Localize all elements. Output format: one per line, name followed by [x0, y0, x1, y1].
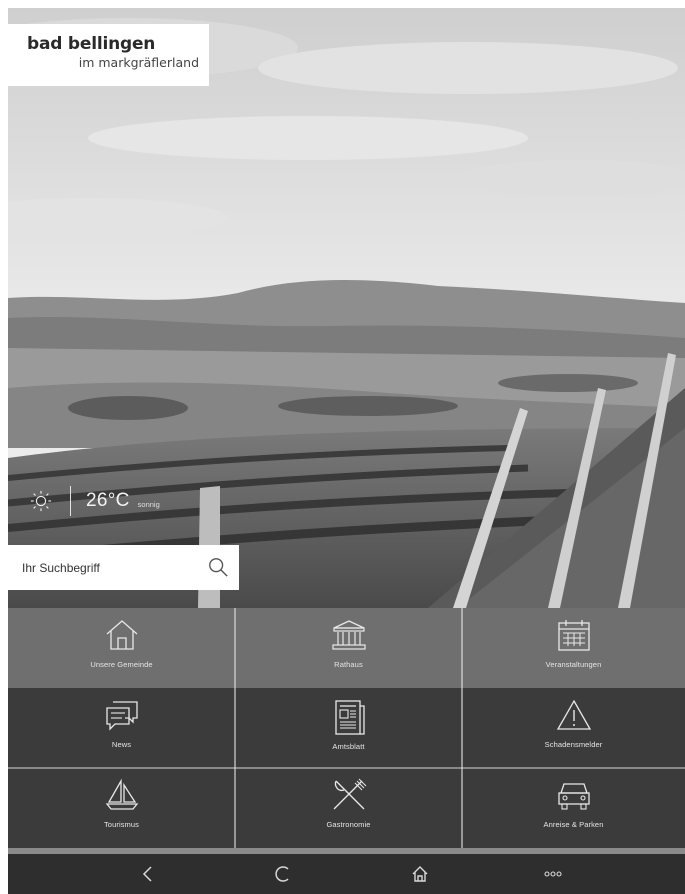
tile-gastronomie[interactable]: Gastronomie: [235, 768, 462, 848]
tile-label: Gastronomie: [326, 820, 371, 829]
weather-condition: sonnig: [137, 499, 160, 509]
tile-news[interactable]: News: [8, 688, 235, 768]
house-icon: [106, 620, 137, 650]
sailboat-icon: [105, 778, 138, 810]
tile-schadensmelder[interactable]: Schadensmelder: [462, 688, 685, 768]
tile-label: Anreise & Parken: [543, 820, 604, 829]
tile-unsere-gemeinde[interactable]: Unsere Gemeinde: [8, 608, 235, 688]
tile-label: Unsere Gemeinde: [90, 660, 153, 669]
newspaper-icon: [334, 700, 365, 735]
more-dots-icon[interactable]: [543, 864, 563, 884]
weather-widget: 26°C sonnig: [30, 486, 160, 516]
brand-logo[interactable]: bad bellingen im markgräflerland: [8, 24, 209, 86]
back-chevron-icon[interactable]: [138, 864, 158, 884]
menu-grid: Unsere Gemeinde Rathaus Veranstaltungen …: [8, 608, 685, 848]
tile-rathaus[interactable]: Rathaus: [235, 608, 462, 688]
logo-title: bad bellingen: [27, 34, 156, 54]
tile-tourismus[interactable]: Tourismus: [8, 768, 235, 848]
weather-divider: [70, 486, 71, 516]
search-icon[interactable]: [207, 556, 229, 578]
logo-subtitle: im markgräflerland: [78, 55, 199, 70]
home-icon[interactable]: [410, 864, 430, 884]
search-box: [8, 545, 239, 590]
tile-label: Rathaus: [334, 660, 363, 669]
app-screen: bad bellingen im markgräflerland 26°C so…: [8, 8, 685, 894]
tile-label: Amtsblatt: [332, 742, 365, 751]
reload-icon[interactable]: [273, 864, 293, 884]
tile-label: Veranstaltungen: [545, 660, 602, 669]
fork-knife-icon: [333, 778, 366, 810]
landscape-illustration: [8, 8, 685, 608]
grid-divider: [8, 767, 685, 769]
warning-icon: [556, 699, 591, 730]
bottom-navigation-bar: [8, 854, 685, 894]
townhall-icon: [331, 620, 366, 650]
tile-amtsblatt[interactable]: Amtsblatt: [235, 688, 462, 768]
car-icon: [557, 783, 590, 810]
sun-icon: [30, 490, 52, 512]
calendar-icon: [557, 620, 590, 651]
weather-temperature: 26°C: [86, 490, 130, 511]
search-input[interactable]: [22, 560, 192, 575]
tile-label: Schadensmelder: [544, 740, 603, 749]
grid-divider: [461, 608, 463, 848]
tile-anreise-parken[interactable]: Anreise & Parken: [462, 768, 685, 848]
tile-veranstaltungen[interactable]: Veranstaltungen: [462, 608, 685, 688]
tile-label: Tourismus: [103, 820, 140, 829]
tile-label: News: [111, 740, 132, 749]
grid-divider: [234, 608, 236, 848]
chat-bubbles-icon: [105, 701, 138, 731]
hero-landscape-image: [8, 8, 685, 608]
